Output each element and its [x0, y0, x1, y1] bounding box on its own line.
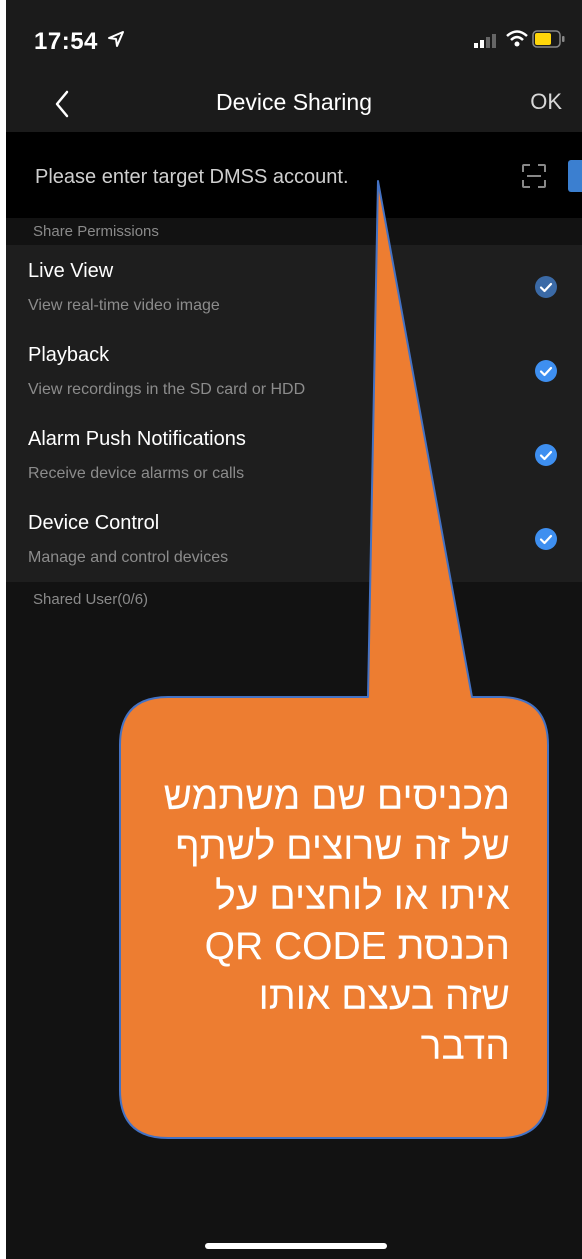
permission-title: Live View — [28, 260, 114, 282]
account-input-row — [6, 132, 582, 218]
wifi-icon — [506, 30, 528, 47]
annotation-line: איתו או לוחצים על — [215, 875, 510, 918]
permission-description: Manage and control devices — [28, 549, 229, 566]
permission-alarm-push[interactable]: Alarm Push Notifications Receive device … — [6, 413, 582, 497]
status-bar: 17:54 — [6, 0, 582, 78]
annotation-text: מכניסים שם משתמש של זה שרוצים לשתף איתו … — [120, 772, 510, 1072]
home-indicator — [205, 1243, 387, 1249]
status-time: 17:54 — [34, 28, 98, 55]
permission-description: Receive device alarms or calls — [28, 465, 245, 482]
add-account-button[interactable] — [568, 160, 582, 192]
navigation-bar: Device Sharing OK — [6, 78, 582, 132]
permission-playback[interactable]: Playback View recordings in the SD card … — [6, 329, 582, 413]
account-input[interactable] — [33, 160, 497, 194]
checkmark-icon[interactable] — [535, 360, 557, 382]
page-title: Device Sharing — [216, 89, 372, 115]
battery-icon — [532, 30, 565, 48]
permissions-list: Live View View real-time video image Pla… — [6, 245, 582, 582]
signal-icon — [474, 34, 496, 48]
checkmark-icon[interactable] — [535, 276, 557, 298]
permission-description: View real-time video image — [28, 297, 220, 314]
share-permissions-title: Share Permissions — [33, 223, 159, 240]
checkmark-icon[interactable] — [535, 528, 557, 550]
annotation-line: שזה בעצם אותו — [258, 975, 510, 1018]
permission-title: Playback — [28, 344, 110, 366]
location-arrow-icon — [108, 31, 124, 47]
permission-title: Alarm Push Notifications — [28, 428, 246, 450]
checkmark-icon[interactable] — [535, 444, 557, 466]
permission-live-view[interactable]: Live View View real-time video image — [6, 245, 582, 329]
annotation-line: של זה שרוצים לשתף — [175, 825, 510, 868]
permission-device-control[interactable]: Device Control Manage and control device… — [6, 497, 582, 581]
annotation-line: מכניסים שם משתמש — [163, 775, 510, 818]
shared-users-title: Shared User(0/6) — [33, 591, 149, 608]
qr-scan-icon[interactable] — [521, 163, 547, 189]
permission-description: View recordings in the SD card or HDD — [28, 381, 306, 398]
annotation-line: הכנסת QR CODE — [204, 925, 510, 968]
annotation-line: הדבר — [420, 1025, 510, 1068]
ok-button[interactable]: OK — [530, 89, 562, 115]
permission-title: Device Control — [28, 512, 160, 534]
